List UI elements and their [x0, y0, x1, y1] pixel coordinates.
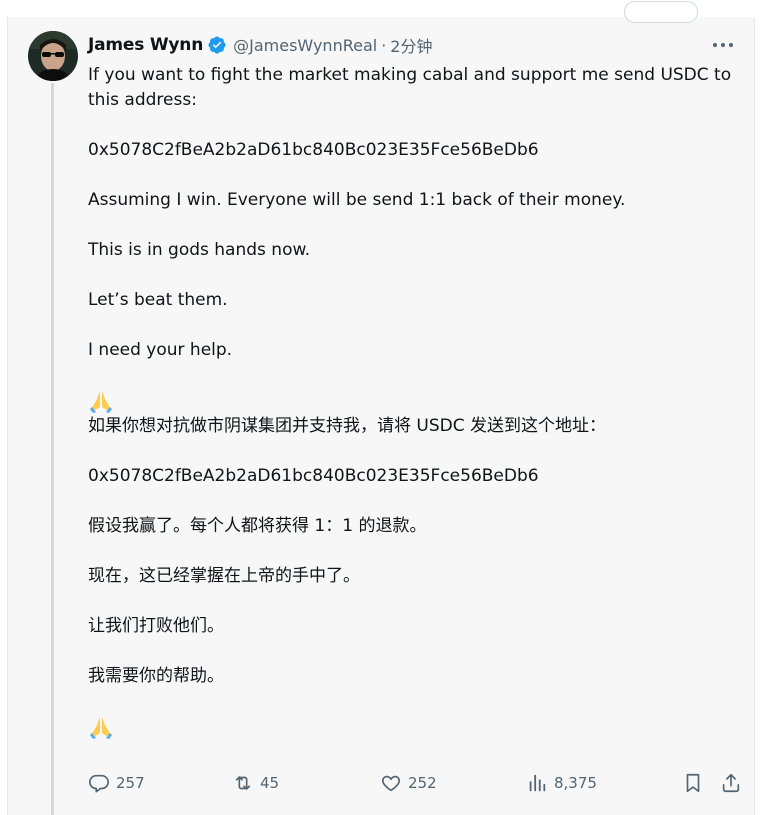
repost-count: 45 — [260, 774, 280, 792]
more-options-button[interactable] — [708, 33, 738, 57]
bookmark-button[interactable] — [682, 770, 704, 796]
emoji-line — [88, 388, 738, 414]
more-horizontal-icon — [713, 43, 733, 47]
text-en-address: 0x5078C2fBeA2b2aD61bc840Bc023E35Fce56BeD… — [88, 140, 539, 160]
reply-count: 257 — [116, 774, 145, 792]
verified-badge-icon[interactable] — [207, 35, 227, 55]
text-zh-line3: 现在，这已经掌握在上帝的手中了。 — [88, 566, 360, 586]
repost-icon — [235, 776, 251, 790]
tweet-header: James Wynn @JamesWynnReal · 2分钟 — [88, 33, 432, 57]
text-zh-line5: 我需要你的帮助。 — [88, 666, 224, 686]
folded-hands-icon — [88, 388, 114, 414]
views-count: 8,375 — [554, 774, 597, 792]
reply-button[interactable]: 257 — [88, 770, 145, 796]
top-pill-button[interactable] — [624, 1, 698, 23]
text-en-line3: This is in gods hands now. — [88, 240, 311, 260]
thread-line — [51, 83, 54, 815]
like-count: 252 — [408, 774, 437, 792]
action-bar: 257 45 252 8,375 — [88, 770, 748, 796]
post-time[interactable]: 2分钟 — [390, 33, 432, 57]
author-handle[interactable]: @JamesWynnReal — [233, 36, 377, 55]
text-zh-line1: 如果你想对抗做市阴谋集团并支持我，请将 USDC 发送到这个地址： — [88, 416, 607, 436]
text-en-line1: If you want to fight the market making c… — [88, 65, 732, 110]
text-zh-line2: 假设我赢了。每个人都将获得 1：1 的退款。 — [88, 516, 427, 536]
share-icon — [722, 773, 740, 793]
display-name[interactable]: James Wynn — [88, 35, 203, 55]
bookmark-icon — [686, 773, 700, 793]
tweet-text: If you want to fight the market making c… — [88, 63, 738, 740]
bar-chart-icon — [529, 774, 546, 792]
heart-icon — [382, 775, 400, 792]
tweet-card[interactable]: James Wynn @JamesWynnReal · 2分钟 If you w… — [7, 1, 755, 815]
text-zh-line4: 让我们打败他们。 — [88, 616, 224, 636]
text-zh-address: 0x5078C2fBeA2b2aD61bc840Bc023E35Fce56BeD… — [88, 466, 539, 486]
share-button[interactable] — [720, 770, 742, 796]
text-en-line4: Let’s beat them. — [88, 290, 228, 310]
like-button[interactable]: 252 — [380, 770, 437, 796]
avatar[interactable] — [28, 31, 78, 81]
repost-button[interactable]: 45 — [232, 770, 279, 796]
time-separator: · — [381, 35, 387, 55]
folded-hands-icon — [88, 714, 114, 740]
text-en-line2: Assuming I win. Everyone will be send 1:… — [88, 190, 626, 210]
reply-icon — [89, 774, 109, 793]
views-button[interactable]: 8,375 — [526, 770, 597, 796]
emoji-line-zh — [88, 714, 738, 740]
text-en-line5: I need your help. — [88, 340, 233, 360]
